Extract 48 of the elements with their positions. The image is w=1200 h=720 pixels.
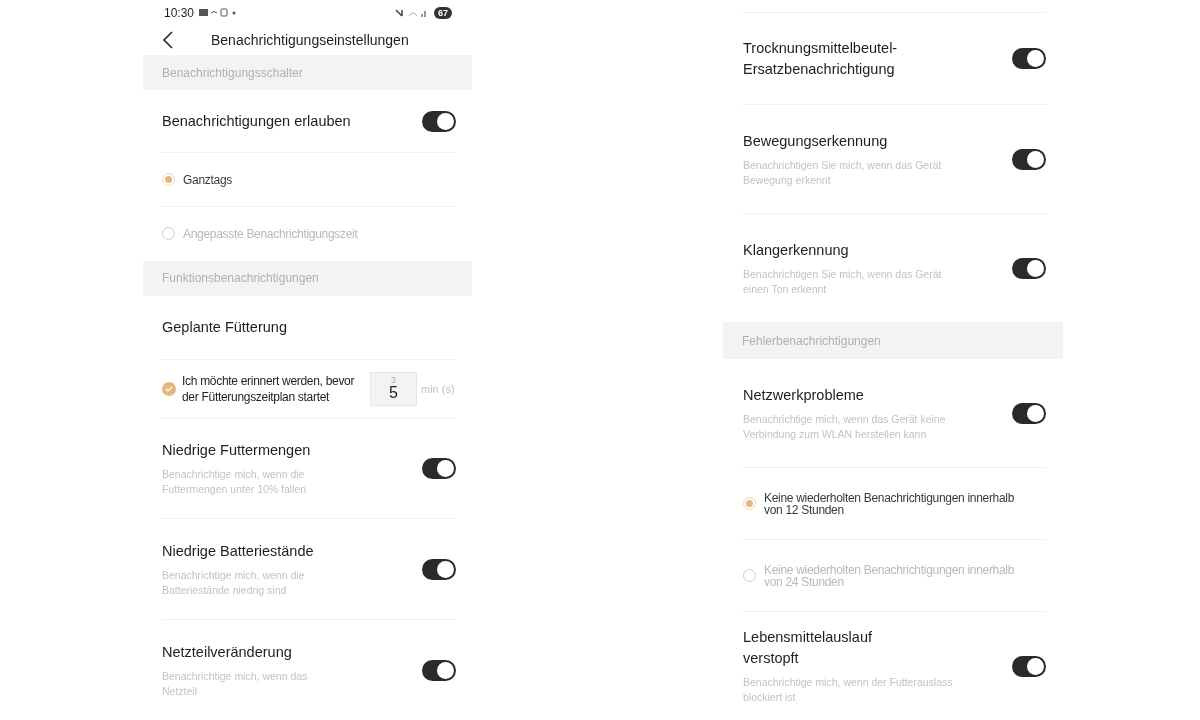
reminder-label: Ich möchte erinnert werden, bevor der Fütterungszeitplan startet [182, 372, 356, 405]
section-header: Fehlerbenachrichtigungen [723, 322, 1063, 359]
signal-icons [395, 7, 429, 18]
page-title: Benachrichtigungseinstellungen [211, 32, 409, 49]
setting-title: Klangerkennung [743, 240, 850, 260]
toggle-switch[interactable] [1012, 148, 1046, 170]
toggle-switch[interactable] [422, 659, 456, 681]
radio-label: Keine wiederholten Benachrichtigungen innerhalb von 12 Stunden [764, 491, 1016, 516]
unit-label: min (s) [421, 382, 455, 395]
toggle-switch[interactable] [1012, 257, 1046, 279]
setting-description: Benachrichtige mich, wenn die Futtermengen unter 10% fallen [162, 466, 308, 497]
radio-button[interactable] [162, 227, 175, 241]
setting-title: Bewegungserkennung [743, 131, 889, 151]
toggle-switch[interactable] [1012, 655, 1046, 677]
setting-title: Netzwerkprobleme [743, 385, 865, 405]
radio-label: Angepasste Benachrichtigungszeit [183, 227, 358, 240]
toggle-switch[interactable] [422, 110, 456, 132]
toggle-switch[interactable] [422, 457, 456, 479]
radio-button[interactable] [162, 173, 175, 187]
radio-label: Ganztags [183, 173, 232, 186]
setting-description: Benachrichtige mich, wenn das Gerät keine Verbindung zum WLAN herstellen kann [743, 411, 947, 442]
toggle-switch[interactable] [422, 558, 456, 580]
radio-button[interactable] [743, 569, 756, 582]
checkbox[interactable] [162, 381, 176, 396]
minutes-picker-field[interactable]: 3 5 [370, 371, 417, 406]
section-header: Funktionsbenachrichtigungen [143, 260, 472, 296]
setting-title: Lebensmittelauslauf verstopft [743, 628, 873, 668]
setting-description: Benachrichtigen Sie mich, wenn das Gerät einen Ton erkennt [743, 266, 943, 297]
status-icons [199, 8, 238, 18]
setting-title: Netzteilveränderung [162, 642, 293, 662]
toggle-switch[interactable] [1012, 48, 1046, 69]
check-icon [165, 384, 173, 393]
setting-title: Niedrige Futtermengen [162, 440, 312, 460]
radio-button[interactable] [743, 497, 756, 510]
setting-title: Benachrichtigungen erlauben [162, 111, 351, 131]
toggle-switch[interactable] [1012, 402, 1046, 424]
back-button[interactable] [162, 31, 174, 50]
setting-description: Benachrichtige mich, wenn das Netzteil [162, 668, 309, 699]
status-time: 10:30 [164, 5, 195, 20]
setting-title: Trocknungsmittelbeutel-Ersatzbenachrichtigung [743, 38, 899, 79]
setting-description: Benachrichtige mich, wenn der Futterauslass blockiert ist [743, 675, 954, 705]
radio-label: Keine wiederholten Benachrichtigungen innerhalb von 24 Stunden [764, 563, 1016, 588]
setting-title: Niedrige Batteriestände [162, 541, 315, 561]
section-header: Benachrichtigungsschalter [143, 55, 472, 91]
battery-level: 67 [434, 6, 452, 19]
setting-title: Geplante Fütterung [162, 317, 287, 337]
setting-description: Benachrichtigen Sie mich, wenn das Gerät Bewegung erkennt [743, 157, 943, 188]
setting-description: Benachrichtige mich, wenn die Batteriestände niedrig sind [162, 567, 306, 598]
